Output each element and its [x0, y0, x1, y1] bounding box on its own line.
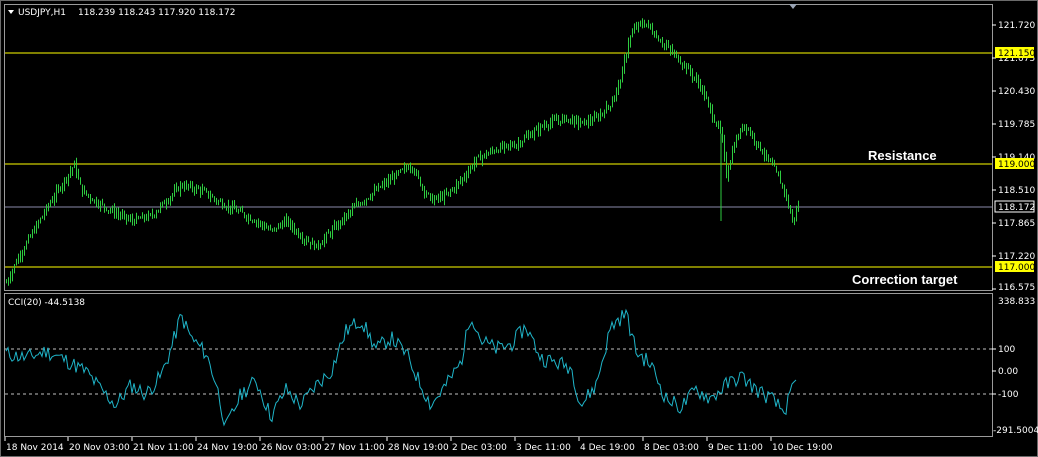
- ohlc-values: 118.239 118.243 117.920 118.172: [78, 8, 235, 18]
- price-tick: 118.510: [998, 186, 1035, 196]
- price-tick: 121.720: [998, 21, 1035, 31]
- current-price-text: 118.172: [998, 203, 1035, 213]
- time-tick: 24 Nov 19:00: [197, 443, 258, 453]
- resistance-label[interactable]: Resistance: [868, 148, 937, 163]
- cci-tick: -100: [998, 390, 1019, 400]
- time-tick: 4 Dec 19:00: [580, 443, 635, 453]
- cci-tick: 0.00: [998, 367, 1018, 377]
- time-tick: 27 Nov 11:00: [324, 443, 385, 453]
- cci-tick: -291.5004: [993, 426, 1038, 436]
- cci-tick: 338.833: [998, 297, 1035, 307]
- cci-tick: 100: [998, 345, 1015, 355]
- price-tick: 119.785: [998, 120, 1035, 130]
- time-tick: 28 Nov 19:00: [388, 443, 449, 453]
- symbol-label: USDJPY,H1: [18, 8, 66, 18]
- time-tick: 26 Nov 03:00: [261, 443, 322, 453]
- correction-target-label[interactable]: Correction target: [852, 272, 958, 287]
- time-tick: 8 Dec 03:00: [644, 443, 699, 453]
- cci-title: CCI(20) -44.5138: [8, 298, 85, 308]
- price-tick: 116.575: [998, 283, 1035, 293]
- price-tick: 120.430: [998, 87, 1035, 97]
- time-tick: 2 Dec 03:00: [452, 443, 507, 453]
- level-badge-text: 119.000: [998, 160, 1035, 170]
- time-tick: 18 Nov 2014: [6, 443, 64, 453]
- time-tick: 10 Dec 19:00: [772, 443, 833, 453]
- level-badge-text: 117.000: [998, 263, 1035, 273]
- trading-chart[interactable]: USDJPY,H1 118.239 118.243 117.920 118.17…: [0, 0, 1038, 457]
- time-tick: 21 Nov 11:00: [133, 443, 194, 453]
- level-badge-text: 121.150: [998, 49, 1035, 59]
- time-tick: 3 Dec 11:00: [516, 443, 571, 453]
- price-axis: 121.720 121.075 120.430 119.785 119.140 …: [992, 21, 1035, 293]
- price-tick: 117.865: [998, 219, 1035, 229]
- time-tick: 9 Dec 11:00: [708, 443, 763, 453]
- price-tick: 117.220: [998, 252, 1035, 262]
- time-tick: 20 Nov 03:00: [69, 443, 130, 453]
- price-panel[interactable]: [4, 4, 993, 291]
- cci-panel[interactable]: [4, 293, 993, 437]
